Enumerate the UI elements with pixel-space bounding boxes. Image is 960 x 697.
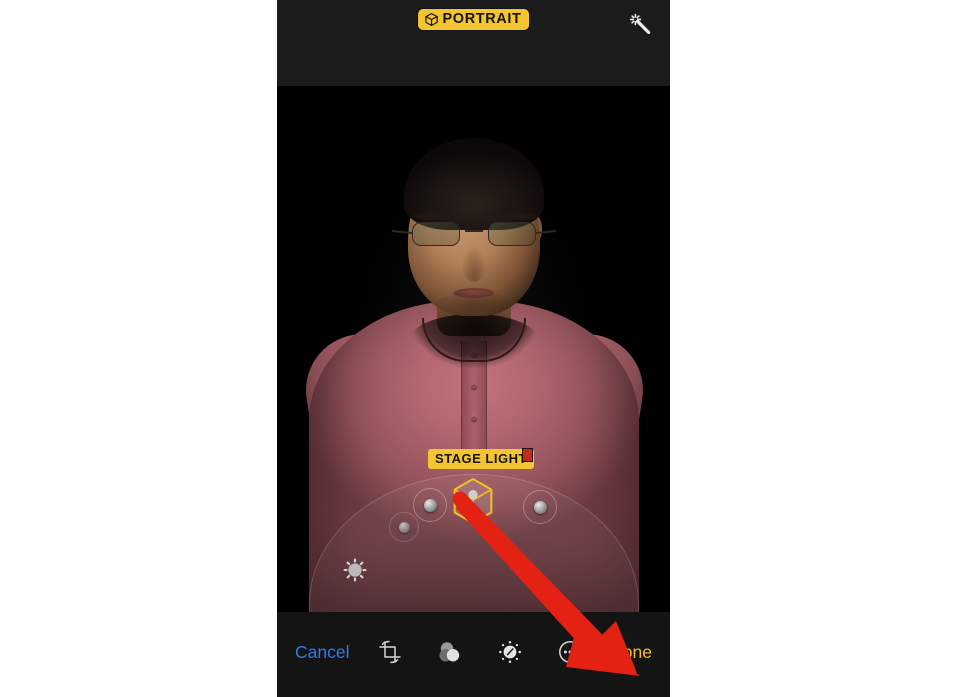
cube-icon (451, 476, 495, 526)
portrait-mode-badge[interactable]: PORTRAIT (417, 9, 530, 30)
cube-icon (424, 12, 439, 27)
photo-canvas[interactable]: STAGE LIGHT (277, 86, 670, 612)
crop-rotate-button[interactable] (370, 632, 410, 672)
screenshot-root: PORTRAIT STAGE LIGHT Cancel Done (0, 0, 960, 697)
top-bar: PORTRAIT (277, 0, 670, 86)
portrait-badge-label: PORTRAIT (442, 11, 522, 27)
adjust-button[interactable] (490, 632, 530, 672)
lighting-option-contour-light[interactable] (413, 488, 447, 522)
bottom-toolbar: Cancel Done (277, 612, 670, 697)
adjust-dial-icon (497, 639, 523, 665)
phone-screen: PORTRAIT STAGE LIGHT Cancel Done (277, 0, 670, 697)
filters-icon (437, 639, 463, 665)
magic-wand-icon (628, 12, 652, 36)
ellipsis-circle-icon (557, 639, 583, 665)
lighting-option-studio-light[interactable] (389, 512, 419, 542)
red-marker (522, 448, 533, 462)
bulb-icon (398, 521, 410, 533)
auto-enhance-button[interactable] (626, 10, 654, 38)
bulb-icon (423, 498, 437, 512)
lighting-option-stage-light-mono[interactable] (523, 490, 557, 524)
done-button[interactable]: Done (610, 642, 652, 662)
sun-dial-icon (336, 551, 372, 587)
filters-button[interactable] (430, 632, 470, 672)
cancel-button[interactable]: Cancel (295, 642, 349, 662)
bulb-icon (533, 500, 547, 514)
lighting-effect-carousel[interactable] (277, 466, 670, 612)
crop-rotate-icon (377, 639, 403, 665)
more-options-button[interactable] (550, 632, 590, 672)
lighting-option-natural-light[interactable] (339, 554, 369, 584)
lighting-option-stage-light-selected[interactable] (451, 476, 495, 526)
